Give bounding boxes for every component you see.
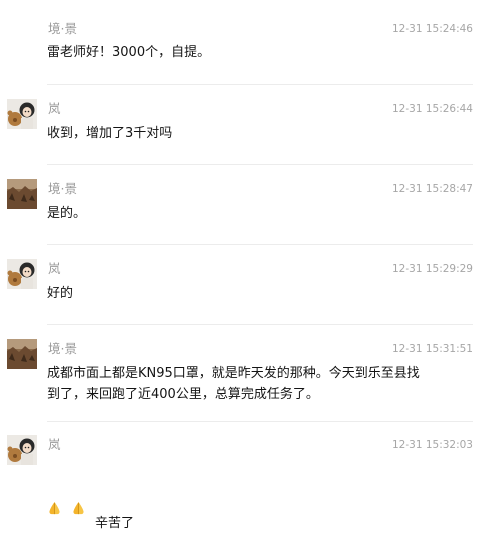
message-timestamp: 12-31 15:31:51 <box>391 343 473 355</box>
message-timestamp: 12-31 15:24:46 <box>391 23 473 35</box>
message-divider <box>47 84 473 85</box>
girl-with-teddy-bear-icon <box>7 99 37 129</box>
sender-name: 岚 <box>48 101 61 116</box>
avatar[interactable] <box>7 339 37 369</box>
message-divider <box>47 421 473 422</box>
message-text: 成都市面上都是KN95口罩，就是昨天发的那种。今天到乐至县找 到了，来回跑了近4… <box>47 366 420 402</box>
message-divider <box>47 324 473 325</box>
sender-name: 岚 <box>48 437 61 452</box>
message-timestamp: 12-31 15:32:03 <box>391 439 473 451</box>
avatar[interactable] <box>7 99 37 129</box>
sender-name: 境·景 <box>48 181 77 196</box>
message-text: 雷老师好！3000个，自提。 <box>47 45 211 60</box>
message-timestamp: 12-31 15:29:29 <box>391 263 473 275</box>
girl-with-teddy-bear-icon <box>7 259 37 289</box>
sender-name: 境·景 <box>48 21 77 36</box>
avatar[interactable] <box>7 179 37 209</box>
chat-message-list[interactable]: 境·景 12-31 15:24:46 雷老师好！3000个，自提。 岚 12-3… <box>0 0 494 531</box>
folded-hands-icon <box>71 480 86 515</box>
message-text: 好的 <box>47 286 74 301</box>
message-content: 辛苦了 <box>47 459 452 534</box>
message-timestamp: 12-31 15:28:47 <box>391 183 473 195</box>
message-text: 辛苦了 <box>95 516 135 531</box>
message-text: 是的。 <box>47 206 87 221</box>
folded-hands-icon <box>47 480 62 515</box>
avatar[interactable] <box>7 259 37 289</box>
message-divider <box>47 164 473 165</box>
message-text: 收到，增加了3千对吗 <box>47 126 173 141</box>
message-timestamp: 12-31 15:26:44 <box>391 103 473 115</box>
landscape-photo-icon <box>7 179 37 209</box>
girl-with-teddy-bear-icon <box>7 435 37 465</box>
landscape-photo-icon <box>7 339 37 369</box>
sender-name: 境·景 <box>48 341 77 356</box>
message-divider <box>47 244 473 245</box>
sender-name: 岚 <box>48 261 61 276</box>
avatar[interactable] <box>7 435 37 465</box>
